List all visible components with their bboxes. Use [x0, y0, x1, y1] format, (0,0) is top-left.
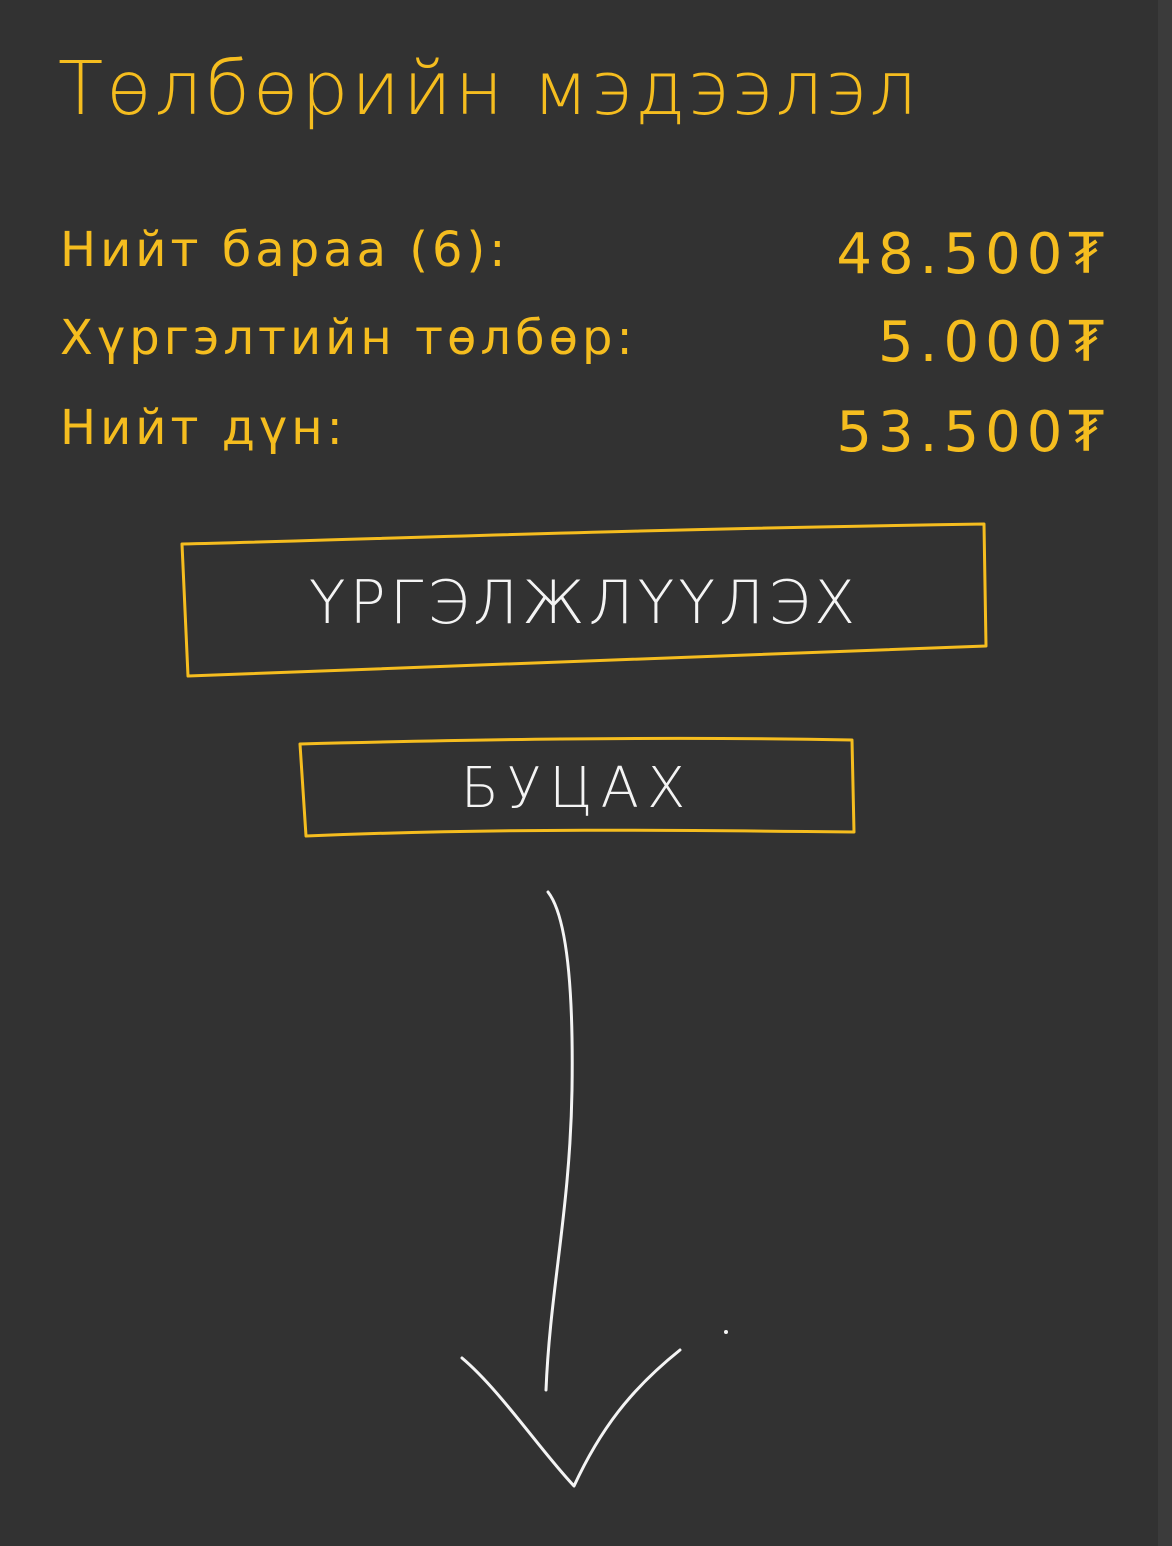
summary-row-items: Нийт бараа (6): 48.500₮ — [60, 222, 1110, 302]
back-button-label: БУЦАХ — [460, 756, 694, 821]
arrow-down-icon[interactable] — [440, 870, 760, 1510]
pen-dot — [724, 1330, 728, 1334]
items-total-value: 48.500₮ — [836, 222, 1110, 287]
grand-total-label: Нийт дүн: — [60, 400, 347, 456]
continue-button[interactable]: ҮРГЭЛЖЛҮҮЛЭХ — [178, 518, 990, 682]
items-total-label: Нийт бараа (6): — [60, 222, 510, 278]
page-title: Төлбөрийн мэдээлэл — [58, 46, 920, 132]
summary-row-delivery: Хүргэлтийн төлбөр: 5.000₮ — [60, 310, 1110, 390]
grand-total-value: 53.500₮ — [836, 400, 1110, 465]
delivery-fee-value: 5.000₮ — [878, 310, 1110, 375]
delivery-fee-label: Хүргэлтийн төлбөр: — [60, 310, 637, 366]
right-edge-strip — [1158, 0, 1172, 1546]
continue-button-label: ҮРГЭЛЖЛҮҮЛЭХ — [308, 568, 860, 638]
summary-row-total: Нийт дүн: 53.500₮ — [60, 400, 1110, 480]
back-button[interactable]: БУЦАХ — [296, 734, 858, 842]
